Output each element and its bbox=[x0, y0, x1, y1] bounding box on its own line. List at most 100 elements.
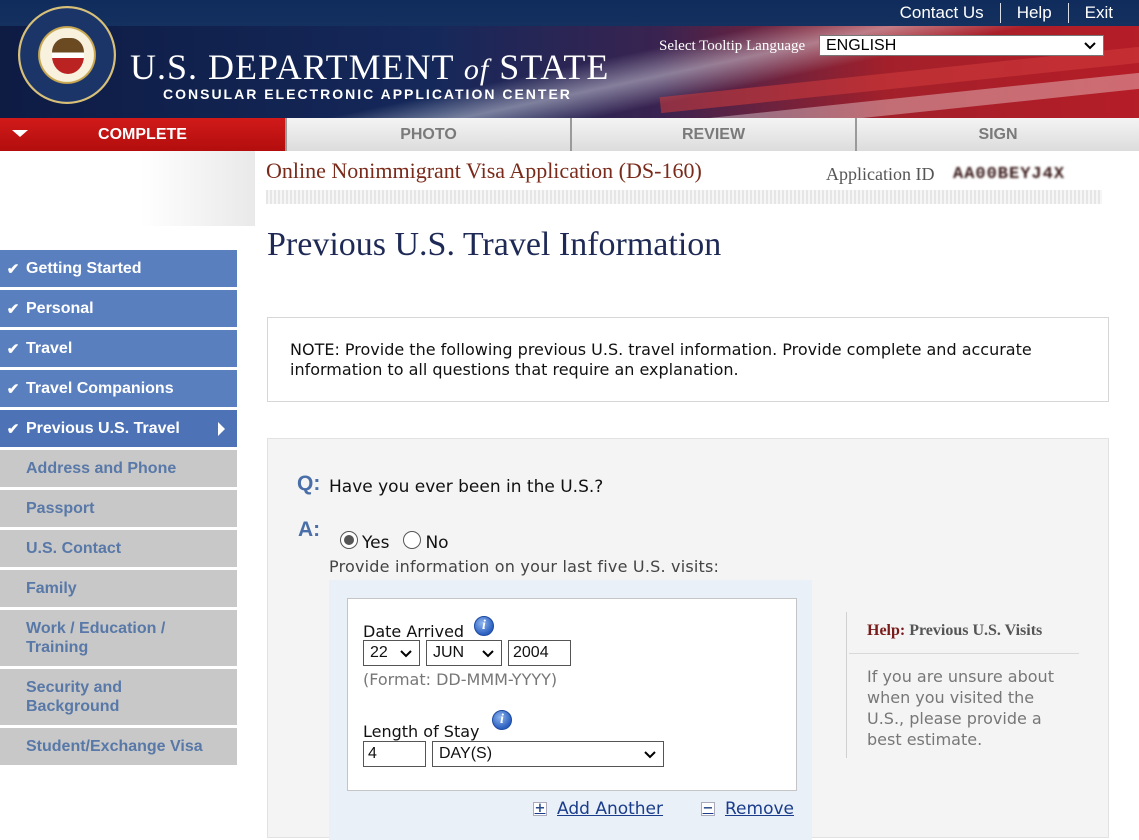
help-body: If you are unsure about when you visited… bbox=[867, 667, 1054, 749]
sidebar-item-getting-started[interactable]: ✔ Getting Started bbox=[0, 250, 237, 290]
arrival-month-value: JUN bbox=[433, 644, 465, 661]
contact-us-link[interactable]: Contact Us bbox=[884, 3, 1000, 23]
help-topic: Previous U.S. Visits bbox=[909, 622, 1043, 639]
radio-selected-dot bbox=[344, 535, 354, 545]
title-divider bbox=[266, 190, 1102, 204]
add-another-link[interactable]: + Add Another bbox=[533, 799, 663, 819]
brand-title-of: of bbox=[463, 53, 490, 86]
sidebar-item-label: Family bbox=[26, 580, 77, 597]
sidebar-item-travel[interactable]: ✔ Travel bbox=[0, 330, 237, 370]
sidebar-item-family: Family bbox=[0, 570, 237, 610]
sidebar-item-label: Getting Started bbox=[26, 260, 142, 277]
yes-radio[interactable] bbox=[340, 531, 358, 549]
date-arrived-label: Date Arrived bbox=[363, 622, 465, 641]
sidebar-item-travel-companions[interactable]: ✔ Travel Companions bbox=[0, 370, 237, 410]
sidebar-item-label: U.S. Contact bbox=[26, 540, 122, 557]
exit-link[interactable]: Exit bbox=[1069, 3, 1129, 23]
tab-label: SIGN bbox=[978, 125, 1018, 143]
top-links: Contact Us Help Exit bbox=[884, 3, 1129, 23]
sidebar-item-passport: Passport bbox=[0, 490, 237, 530]
sidebar-item-label: Address and Phone bbox=[26, 460, 177, 477]
chevron-down-icon bbox=[482, 650, 494, 658]
department-seal-logo bbox=[18, 6, 116, 104]
check-icon: ✔ bbox=[6, 340, 20, 358]
sidebar-item-student-exchange: Student/Exchange Visa bbox=[0, 728, 237, 768]
check-icon: ✔ bbox=[6, 380, 20, 398]
remove-link[interactable]: − Remove bbox=[701, 799, 794, 819]
date-format-hint: (Format: DD-MMM-YYYY) bbox=[363, 670, 558, 689]
question-marker: Q: bbox=[297, 472, 321, 495]
brand-title: U.S. DEPARTMENT of STATE bbox=[130, 46, 609, 88]
brand-title-part: STATE bbox=[489, 47, 610, 87]
tooltip-language-select[interactable]: ENGLISH bbox=[819, 35, 1104, 56]
add-another-label: Add Another bbox=[557, 799, 664, 819]
chevron-down-icon bbox=[644, 751, 656, 759]
arrival-month-select[interactable]: JUN bbox=[426, 640, 502, 666]
plus-icon: + bbox=[533, 801, 547, 816]
sidebar-item-label: Student/Exchange Visa bbox=[26, 738, 203, 755]
stay-length-input[interactable]: 4 bbox=[363, 741, 426, 767]
help-link[interactable]: Help bbox=[1001, 3, 1068, 23]
check-icon: ✔ bbox=[6, 420, 20, 438]
chevron-down-icon bbox=[1084, 42, 1096, 50]
arrival-day-select[interactable]: 22 bbox=[363, 640, 420, 666]
sidebar-item-label: Travel bbox=[26, 340, 73, 357]
sidebar-item-address-phone: Address and Phone bbox=[0, 450, 237, 490]
chevron-down-icon bbox=[400, 650, 412, 658]
length-of-stay-label: Length of Stay bbox=[363, 722, 480, 741]
help-prefix: Help: bbox=[867, 622, 906, 639]
no-radio-label[interactable]: No bbox=[425, 533, 448, 553]
tab-review[interactable]: REVIEW bbox=[572, 118, 857, 151]
site-header: Contact Us Help Exit U.S. DEPARTMENT of … bbox=[0, 0, 1139, 118]
sidebar-item-label: Personal bbox=[26, 300, 94, 317]
remove-label: Remove bbox=[725, 799, 794, 819]
tooltip-language-label: Select Tooltip Language bbox=[659, 38, 806, 54]
tab-complete[interactable]: COMPLETE bbox=[0, 118, 287, 151]
step-tabs: COMPLETE PHOTO REVIEW SIGN bbox=[0, 118, 1139, 151]
sidebar-item-label: Work / Education / Training bbox=[26, 620, 166, 656]
check-icon: ✔ bbox=[6, 300, 20, 318]
sidebar-item-label: Passport bbox=[26, 500, 95, 517]
question-text: Have you ever been in the U.S.? bbox=[329, 477, 604, 497]
sidebar-item-label: Travel Companions bbox=[26, 380, 174, 397]
help-title: Help: Previous U.S. Visits bbox=[867, 622, 1042, 640]
sidebar-nav: ✔ Getting Started ✔ Personal ✔ Travel ✔ … bbox=[0, 250, 237, 768]
tab-label: PHOTO bbox=[400, 125, 457, 143]
brand-title-part: U.S. DEPARTMENT bbox=[130, 47, 464, 87]
sidebar-header-fade bbox=[0, 151, 255, 226]
check-icon: ✔ bbox=[6, 260, 20, 278]
current-arrow-icon bbox=[218, 422, 225, 436]
arrival-day-value: 22 bbox=[370, 644, 388, 661]
stay-unit-select[interactable]: DAY(S) bbox=[432, 741, 664, 767]
minus-icon: − bbox=[701, 801, 715, 816]
tab-sign[interactable]: SIGN bbox=[857, 118, 1139, 151]
no-radio[interactable] bbox=[403, 531, 422, 549]
help-panel: Help: Previous U.S. Visits If you are un… bbox=[846, 612, 1079, 758]
application-title: Online Nonimmigrant Visa Application (DS… bbox=[266, 158, 702, 183]
sidebar-item-us-contact: U.S. Contact bbox=[0, 530, 237, 570]
sidebar-item-work-education: Work / Education / Training bbox=[0, 610, 237, 669]
sidebar-item-security-background: Security and Background bbox=[0, 669, 237, 728]
sidebar-item-personal[interactable]: ✔ Personal bbox=[0, 290, 237, 330]
tab-photo[interactable]: PHOTO bbox=[287, 118, 572, 151]
sidebar-item-label: Security and Background bbox=[26, 679, 123, 715]
tab-label: COMPLETE bbox=[98, 125, 187, 143]
sidebar-item-label: Previous U.S. Travel bbox=[26, 420, 180, 437]
tooltip-language-value: ENGLISH bbox=[826, 37, 897, 54]
note-box: NOTE: Provide the following previous U.S… bbox=[267, 317, 1109, 402]
application-id-value: AA00BEYJ4X bbox=[953, 165, 1066, 184]
caret-down-icon bbox=[12, 130, 28, 137]
yes-radio-label[interactable]: Yes bbox=[362, 533, 389, 553]
application-id-label: Application ID bbox=[826, 164, 935, 184]
help-divider bbox=[849, 653, 1079, 654]
been-in-us-radio-group: Yes No bbox=[340, 527, 463, 553]
page-title: Previous U.S. Travel Information bbox=[267, 226, 722, 263]
sidebar-item-previous-us-travel[interactable]: ✔ Previous U.S. Travel bbox=[0, 410, 237, 450]
info-icon[interactable]: i bbox=[492, 710, 512, 730]
answer-marker: A: bbox=[298, 518, 321, 541]
visits-intro: Provide information on your last five U.… bbox=[329, 557, 720, 576]
info-icon[interactable]: i bbox=[474, 616, 494, 636]
arrival-year-input[interactable]: 2004 bbox=[508, 640, 571, 666]
eagle-icon bbox=[52, 38, 84, 74]
tab-label: REVIEW bbox=[681, 125, 746, 143]
